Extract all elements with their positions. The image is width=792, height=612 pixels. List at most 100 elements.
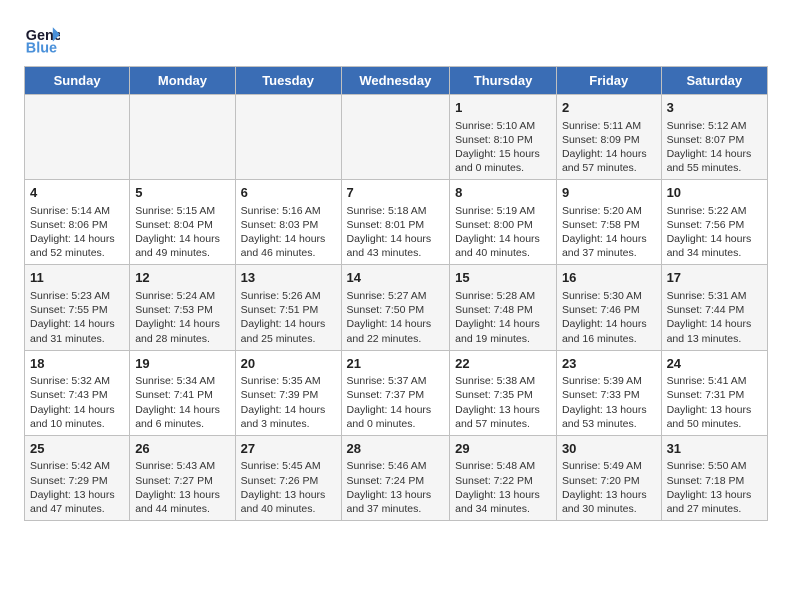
day-info: Sunrise: 5:14 AM Sunset: 8:06 PM Dayligh…: [30, 204, 124, 261]
calendar-cell: 3 Sunrise: 5:12 AM Sunset: 8:07 PM Daylig…: [661, 95, 767, 180]
day-info: Sunrise: 5:23 AM Sunset: 7:55 PM Dayligh…: [30, 289, 124, 346]
calendar-cell: 8 Sunrise: 5:19 AM Sunset: 8:00 PM Daylig…: [450, 180, 557, 265]
calendar-cell: 27Sunrise: 5:45 AM Sunset: 7:26 PM Dayli…: [235, 435, 341, 520]
day-number: 15: [455, 269, 551, 287]
day-number: 28: [347, 440, 445, 458]
day-number: 8: [455, 184, 551, 202]
calendar-cell: 6Sunrise: 5:16 AM Sunset: 8:03 PM Daylig…: [235, 180, 341, 265]
day-number: 6: [241, 184, 336, 202]
calendar-cell: 18Sunrise: 5:32 AM Sunset: 7:43 PM Dayli…: [25, 350, 130, 435]
calendar-cell: [25, 95, 130, 180]
day-number: 23: [562, 355, 656, 373]
calendar-cell: 5 Sunrise: 5:15 AM Sunset: 8:04 PM Daylig…: [130, 180, 235, 265]
day-info: Sunrise: 5:46 AM Sunset: 7:24 PM Dayligh…: [347, 459, 445, 516]
calendar-cell: 23Sunrise: 5:39 AM Sunset: 7:33 PM Dayli…: [556, 350, 661, 435]
day-number: 9: [562, 184, 656, 202]
day-number: 24: [667, 355, 762, 373]
calendar-cell: 11 Sunrise: 5:23 AM Sunset: 7:55 PM Dayli…: [25, 265, 130, 350]
day-number: 16: [562, 269, 656, 287]
day-number: 5: [135, 184, 229, 202]
calendar-cell: 1 Sunrise: 5:10 AM Sunset: 8:10 PM Daylig…: [450, 95, 557, 180]
day-number: 2: [562, 99, 656, 117]
day-info: Sunrise: 5:24 AM Sunset: 7:53 PM Dayligh…: [135, 289, 229, 346]
day-info: Sunrise: 5:22 AM Sunset: 7:56 PM Dayligh…: [667, 204, 762, 261]
day-number: 26: [135, 440, 229, 458]
day-info: Sunrise: 5:39 AM Sunset: 7:33 PM Dayligh…: [562, 374, 656, 431]
calendar-cell: 25Sunrise: 5:42 AM Sunset: 7:29 PM Dayli…: [25, 435, 130, 520]
calendar-cell: 4 Sunrise: 5:14 AM Sunset: 8:06 PM Daylig…: [25, 180, 130, 265]
day-info: Sunrise: 5:10 AM Sunset: 8:10 PM Dayligh…: [455, 119, 551, 176]
day-number: 18: [30, 355, 124, 373]
day-number: 21: [347, 355, 445, 373]
calendar-cell: 22Sunrise: 5:38 AM Sunset: 7:35 PM Dayli…: [450, 350, 557, 435]
day-info: Sunrise: 5:49 AM Sunset: 7:20 PM Dayligh…: [562, 459, 656, 516]
calendar-cell: 13 Sunrise: 5:26 AM Sunset: 7:51 PM Dayli…: [235, 265, 341, 350]
day-number: 13: [241, 269, 336, 287]
calendar-cell: [235, 95, 341, 180]
day-info: Sunrise: 5:37 AM Sunset: 7:37 PM Dayligh…: [347, 374, 445, 431]
day-number: 7: [347, 184, 445, 202]
calendar-table: SundayMondayTuesdayWednesdayThursdayFrid…: [24, 66, 768, 521]
day-number: 12: [135, 269, 229, 287]
day-number: 3: [667, 99, 762, 117]
calendar-cell: [130, 95, 235, 180]
day-info: Sunrise: 5:18 AM Sunset: 8:01 PM Dayligh…: [347, 204, 445, 261]
day-number: 19: [135, 355, 229, 373]
day-info: Sunrise: 5:20 AM Sunset: 7:58 PM Dayligh…: [562, 204, 656, 261]
day-info: Sunrise: 5:32 AM Sunset: 7:43 PM Dayligh…: [30, 374, 124, 431]
weekday-header: Wednesday: [341, 67, 450, 95]
weekday-header: Tuesday: [235, 67, 341, 95]
day-number: 29: [455, 440, 551, 458]
day-info: Sunrise: 5:35 AM Sunset: 7:39 PM Dayligh…: [241, 374, 336, 431]
day-info: Sunrise: 5:50 AM Sunset: 7:18 PM Dayligh…: [667, 459, 762, 516]
calendar-cell: 14 Sunrise: 5:27 AM Sunset: 7:50 PM Dayli…: [341, 265, 450, 350]
weekday-header: Monday: [130, 67, 235, 95]
day-info: Sunrise: 5:43 AM Sunset: 7:27 PM Dayligh…: [135, 459, 229, 516]
day-info: Sunrise: 5:19 AM Sunset: 8:00 PM Dayligh…: [455, 204, 551, 261]
calendar-cell: 17 Sunrise: 5:31 AM Sunset: 7:44 PM Dayli…: [661, 265, 767, 350]
day-number: 30: [562, 440, 656, 458]
calendar-cell: 19Sunrise: 5:34 AM Sunset: 7:41 PM Dayli…: [130, 350, 235, 435]
day-info: Sunrise: 5:48 AM Sunset: 7:22 PM Dayligh…: [455, 459, 551, 516]
day-number: 4: [30, 184, 124, 202]
calendar-cell: 28Sunrise: 5:46 AM Sunset: 7:24 PM Dayli…: [341, 435, 450, 520]
day-info: Sunrise: 5:45 AM Sunset: 7:26 PM Dayligh…: [241, 459, 336, 516]
day-info: Sunrise: 5:31 AM Sunset: 7:44 PM Dayligh…: [667, 289, 762, 346]
day-number: 10: [667, 184, 762, 202]
day-number: 25: [30, 440, 124, 458]
logo-icon: General Blue: [24, 20, 60, 56]
day-info: Sunrise: 5:26 AM Sunset: 7:51 PM Dayligh…: [241, 289, 336, 346]
day-info: Sunrise: 5:34 AM Sunset: 7:41 PM Dayligh…: [135, 374, 229, 431]
weekday-header: Thursday: [450, 67, 557, 95]
day-number: 1: [455, 99, 551, 117]
calendar-cell: 21Sunrise: 5:37 AM Sunset: 7:37 PM Dayli…: [341, 350, 450, 435]
calendar-cell: 15 Sunrise: 5:28 AM Sunset: 7:48 PM Dayli…: [450, 265, 557, 350]
day-info: Sunrise: 5:11 AM Sunset: 8:09 PM Dayligh…: [562, 119, 656, 176]
svg-text:Blue: Blue: [26, 40, 57, 56]
calendar-cell: 7 Sunrise: 5:18 AM Sunset: 8:01 PM Daylig…: [341, 180, 450, 265]
calendar-cell: 30Sunrise: 5:49 AM Sunset: 7:20 PM Dayli…: [556, 435, 661, 520]
calendar-cell: 2 Sunrise: 5:11 AM Sunset: 8:09 PM Daylig…: [556, 95, 661, 180]
day-info: Sunrise: 5:15 AM Sunset: 8:04 PM Dayligh…: [135, 204, 229, 261]
day-info: Sunrise: 5:12 AM Sunset: 8:07 PM Dayligh…: [667, 119, 762, 176]
day-number: 31: [667, 440, 762, 458]
calendar-cell: 31Sunrise: 5:50 AM Sunset: 7:18 PM Dayli…: [661, 435, 767, 520]
day-info: Sunrise: 5:38 AM Sunset: 7:35 PM Dayligh…: [455, 374, 551, 431]
logo: General Blue: [24, 20, 66, 56]
day-number: 27: [241, 440, 336, 458]
calendar-cell: 20Sunrise: 5:35 AM Sunset: 7:39 PM Dayli…: [235, 350, 341, 435]
day-info: Sunrise: 5:27 AM Sunset: 7:50 PM Dayligh…: [347, 289, 445, 346]
calendar-cell: 10 Sunrise: 5:22 AM Sunset: 7:56 PM Dayli…: [661, 180, 767, 265]
calendar-cell: 24Sunrise: 5:41 AM Sunset: 7:31 PM Dayli…: [661, 350, 767, 435]
day-info: Sunrise: 5:28 AM Sunset: 7:48 PM Dayligh…: [455, 289, 551, 346]
day-number: 17: [667, 269, 762, 287]
day-info: Sunrise: 5:41 AM Sunset: 7:31 PM Dayligh…: [667, 374, 762, 431]
weekday-header: Saturday: [661, 67, 767, 95]
day-number: 14: [347, 269, 445, 287]
calendar-cell: 12 Sunrise: 5:24 AM Sunset: 7:53 PM Dayli…: [130, 265, 235, 350]
weekday-header: Sunday: [25, 67, 130, 95]
day-number: 11: [30, 269, 124, 287]
day-number: 20: [241, 355, 336, 373]
calendar-cell: 16Sunrise: 5:30 AM Sunset: 7:46 PM Dayli…: [556, 265, 661, 350]
header: General Blue: [24, 20, 768, 56]
